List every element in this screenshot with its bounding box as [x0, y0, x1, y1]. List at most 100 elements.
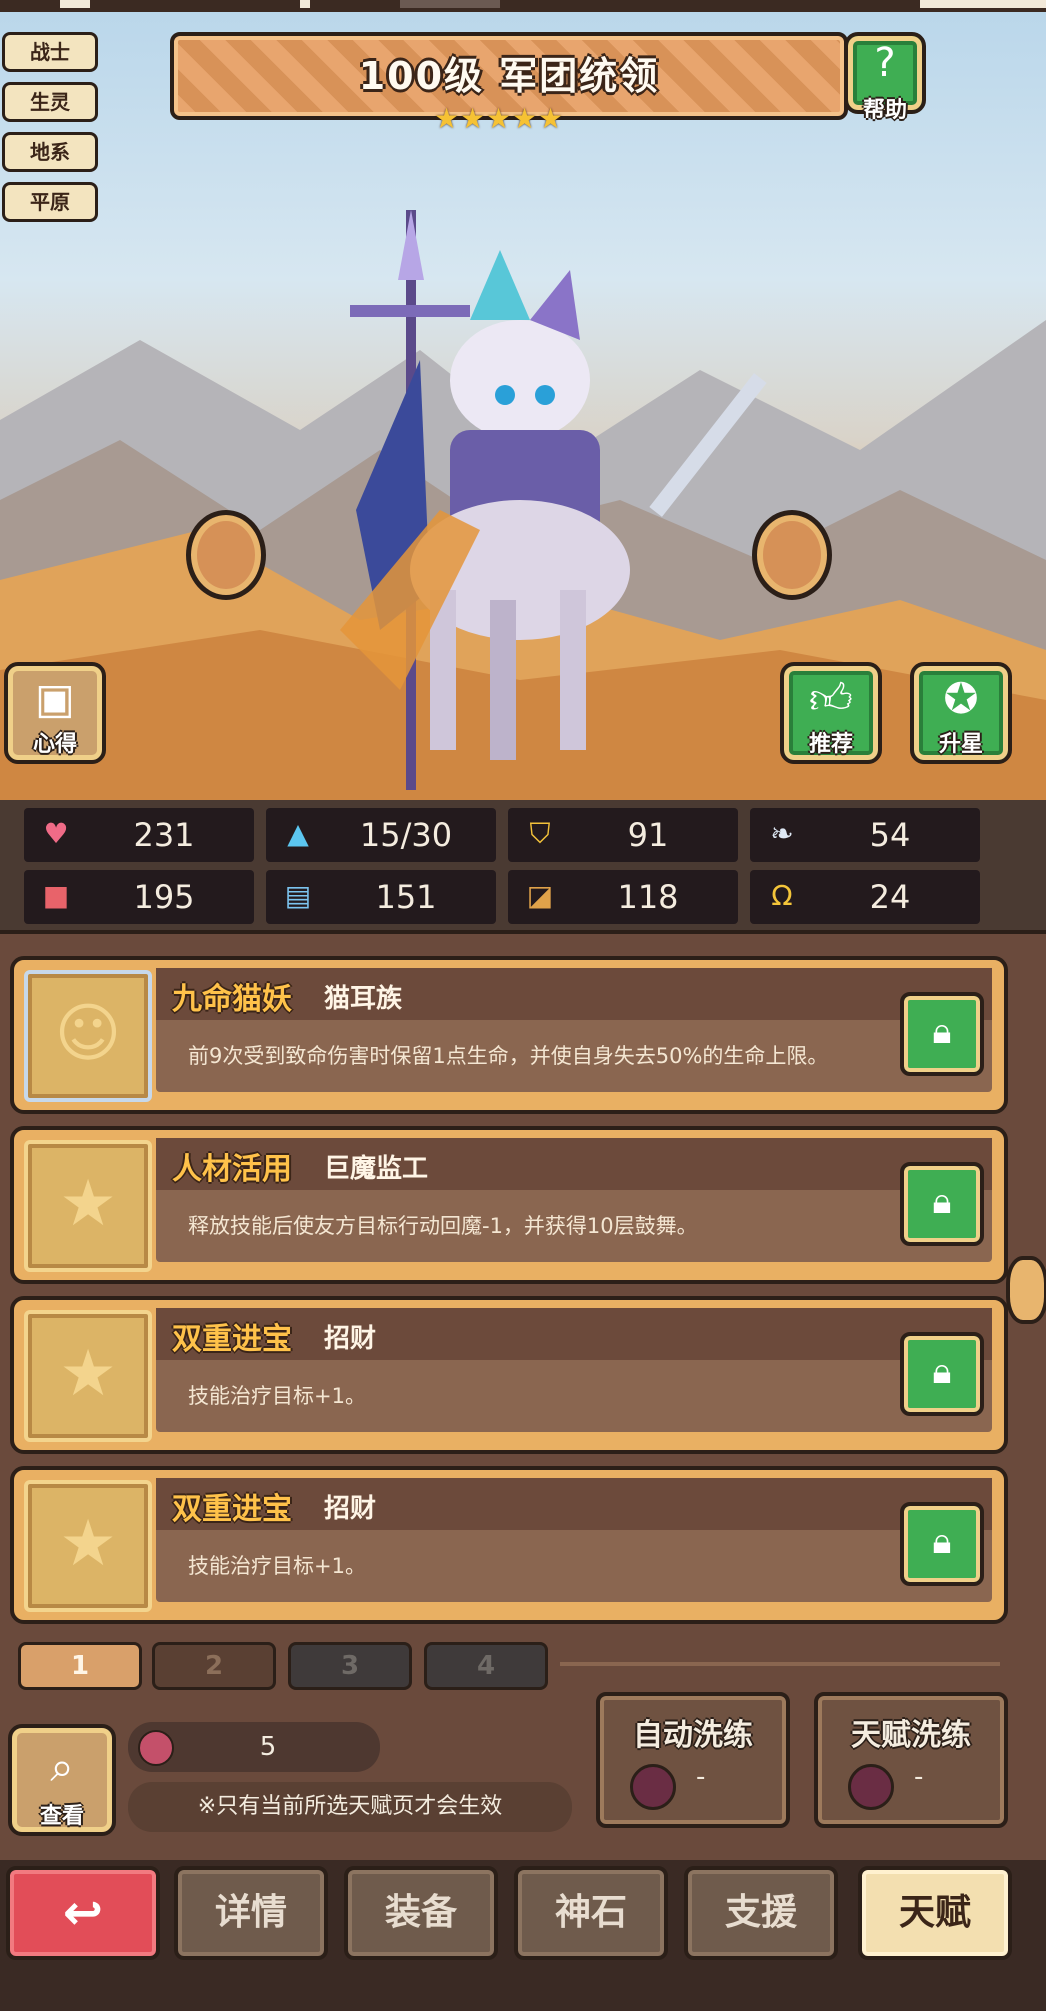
stats-panel: ♥ 231 ▲ 15/30 ⛉ 91 ❧ 54 ■ 195 ▤ 151 ◪ 11…: [0, 800, 1046, 930]
notes-label: 心得: [32, 732, 77, 757]
star-icon: ★: [24, 1140, 152, 1272]
stat-attack: ■ 195: [24, 870, 254, 924]
talent-name: 双重进宝: [172, 1492, 292, 1527]
return-arrow-icon: ↩: [62, 1885, 104, 1941]
page-tab-3[interactable]: 3: [288, 1642, 412, 1690]
fist-icon: ■: [42, 879, 70, 912]
talent-name: 九命猫妖: [172, 982, 292, 1017]
talent-name: 双重进宝: [172, 1322, 292, 1357]
star-icon: ★: [512, 102, 538, 135]
horseshoe-icon: Ω: [771, 879, 793, 912]
fruit-icon: [630, 1764, 676, 1810]
help-button[interactable]: ? 帮助: [844, 32, 926, 123]
stat-agility: ❧ 54: [750, 808, 980, 862]
help-label: 帮助: [862, 98, 907, 123]
star-icon: ★: [24, 1480, 152, 1612]
talent-card[interactable]: ★ 人材活用 巨魔监工 释放技能后使友方目标行动回魔-1，并获得10层鼓舞。 🔒…: [10, 1126, 1008, 1284]
star-rating: ★★★★★: [434, 102, 564, 135]
stat-value: 151: [375, 878, 437, 916]
stat-luck: Ω 24: [750, 870, 980, 924]
stat-value: 54: [869, 816, 911, 854]
auto-reset-cost: -: [696, 1762, 706, 1792]
thumbs-up-icon: 👍︎: [809, 674, 853, 723]
boot-icon: ◪: [526, 879, 554, 912]
question-icon: ?: [874, 40, 896, 86]
stat-mana: ▲ 15/30: [266, 808, 496, 862]
upgrade-star-button[interactable]: ✪ 升星: [910, 662, 1012, 764]
recommend-label: 推荐: [808, 732, 853, 757]
star-icon: ★: [434, 102, 460, 135]
nav-support[interactable]: 支援: [684, 1866, 838, 1960]
notes-button[interactable]: ▣ 心得: [4, 662, 106, 764]
class-tag-plains: 平原: [2, 182, 98, 222]
talent-reset-button[interactable]: 天赋洗练 -: [814, 1692, 1008, 1828]
star-upgrade-icon: ✪: [943, 674, 979, 723]
heart-icon: ♥: [43, 817, 69, 850]
stat-value: 231: [133, 816, 195, 854]
left-coin-icon: [186, 510, 266, 600]
nav-talent[interactable]: 天赋: [858, 1866, 1012, 1960]
nav-godstone[interactable]: 神石: [514, 1866, 668, 1960]
stat-defense: ⛉ 91: [508, 808, 738, 862]
lock-icon[interactable]: 🔒︎: [900, 1502, 984, 1586]
talent-desc: 释放技能后使友方目标行动回魔-1，并获得10层鼓舞。: [188, 1214, 698, 1238]
nav-details[interactable]: 详情: [174, 1866, 328, 1960]
page-tab-4[interactable]: 4: [424, 1642, 548, 1690]
talent-reset-label: 天赋洗练: [851, 1718, 971, 1753]
lock-icon[interactable]: 🔒︎: [900, 1162, 984, 1246]
star-icon: ★: [538, 102, 564, 135]
talent-card[interactable]: ☺ 九命猫妖 猫耳族 前9次受到致命伤害时保留1点生命，并使自身失去50%的生命…: [10, 956, 1008, 1114]
talent-card[interactable]: ★ 双重进宝 招财 技能治疗目标+1。 🔒︎: [10, 1466, 1008, 1624]
talent-card[interactable]: ★ 双重进宝 招财 技能治疗目标+1。 🔒︎: [10, 1296, 1008, 1454]
hero-character: [340, 210, 767, 790]
hero-scene: 战士 生灵 地系 平原 100级 军团统领 ★★★★★ ? 帮助 ▣ 心得 👍︎…: [0, 0, 1046, 800]
book-icon: ▤: [284, 879, 312, 912]
class-tag-earth: 地系: [2, 132, 98, 172]
auto-reset-label: 自动洗练: [633, 1718, 753, 1753]
page-tab-1[interactable]: 1: [18, 1642, 142, 1690]
magnifier-icon: ⌕: [50, 1742, 74, 1791]
star-icon: ★: [24, 1310, 152, 1442]
upgrade-star-label: 升星: [938, 732, 983, 757]
divider: [560, 1662, 1000, 1666]
notebook-icon: ▣: [35, 674, 75, 723]
back-button[interactable]: ↩: [6, 1866, 160, 1960]
talent-page-note: ※只有当前所选天赋页才会生效: [128, 1782, 572, 1832]
top-bar: [0, 0, 1046, 12]
stat-speed: ◪ 118: [508, 870, 738, 924]
stat-value: 91: [627, 816, 669, 854]
star-icon: ★: [460, 102, 486, 135]
talent-reset-cost: -: [914, 1762, 924, 1792]
view-label: 查看: [39, 1804, 84, 1829]
talent-source: 猫耳族: [324, 984, 403, 1014]
stat-value: 24: [869, 878, 911, 916]
lock-icon[interactable]: 🔒︎: [900, 1332, 984, 1416]
stat-value: 195: [133, 878, 195, 916]
talent-name: 人材活用: [172, 1152, 292, 1187]
stat-value: 15/30: [359, 816, 453, 854]
stat-hp: ♥ 231: [24, 808, 254, 862]
lock-icon[interactable]: 🔒︎: [900, 992, 984, 1076]
scroll-handle-icon[interactable]: [1006, 1256, 1046, 1324]
talent-source: 巨魔监工: [324, 1154, 429, 1184]
talent-desc: 技能治疗目标+1。: [188, 1554, 366, 1578]
stat-magic: ▤ 151: [266, 870, 496, 924]
talent-desc: 技能治疗目标+1。: [188, 1384, 366, 1408]
class-tag-creature: 生灵: [2, 82, 98, 122]
cat-face-icon: ☺: [24, 970, 152, 1102]
resource-count: 5: [259, 1732, 277, 1762]
page-tab-2[interactable]: 2: [152, 1642, 276, 1690]
shield-icon: ⛉: [529, 817, 551, 850]
right-coin-icon: [752, 510, 832, 600]
talent-source: 招财: [324, 1324, 377, 1354]
auto-reset-button[interactable]: 自动洗练 -: [596, 1692, 790, 1828]
recommend-button[interactable]: 👍︎ 推荐: [780, 662, 882, 764]
resource-counter: 5: [128, 1722, 380, 1772]
fruit-icon: [848, 1764, 894, 1810]
class-tag-warrior: 战士: [2, 32, 98, 72]
view-button[interactable]: ⌕ 查看: [8, 1724, 116, 1836]
wing-icon: ❧: [770, 817, 794, 850]
nav-equipment[interactable]: 装备: [344, 1866, 498, 1960]
water-drop-icon: ▲: [287, 817, 309, 850]
stat-value: 118: [617, 878, 679, 916]
